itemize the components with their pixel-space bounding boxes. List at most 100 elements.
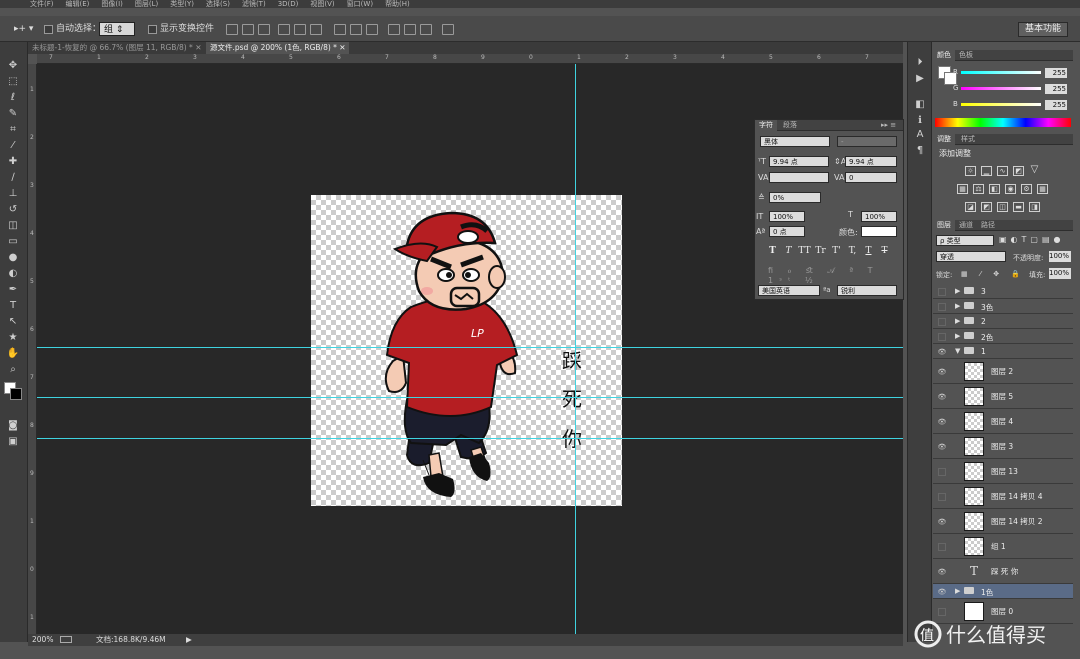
layer-row[interactable]: 👁 图层 3 xyxy=(933,434,1073,459)
eyedropper-tool-icon[interactable]: ⁄ xyxy=(6,140,20,152)
green-value[interactable]: 255 xyxy=(1045,84,1067,94)
guide-vertical-1[interactable] xyxy=(575,64,576,634)
all-caps-button[interactable]: TT xyxy=(798,245,811,258)
menu-item[interactable]: 文件(F) xyxy=(30,0,54,8)
color-lookup-icon[interactable]: ▦ xyxy=(1037,184,1048,194)
color-spectrum-bar[interactable] xyxy=(935,118,1071,127)
eye-icon[interactable]: 👁 xyxy=(937,393,947,401)
menu-item[interactable]: 视图(V) xyxy=(310,0,334,8)
move-tool-icon[interactable]: ✥ xyxy=(6,60,20,72)
tab-layers[interactable]: 图层 xyxy=(933,220,955,231)
visibility-toggle[interactable] xyxy=(938,492,946,501)
baseline-shift-field[interactable]: 0 点 xyxy=(769,226,805,237)
layer-filter-dropdown[interactable]: ρ 类型 xyxy=(936,235,994,246)
layer-comps-icon[interactable]: ◧ xyxy=(913,98,927,112)
align-vcenter-icon[interactable] xyxy=(242,24,254,35)
menu-item[interactable]: 滤镜(T) xyxy=(242,0,266,8)
blue-value[interactable]: 255 xyxy=(1045,100,1067,110)
opentype-buttons[interactable]: ﬁ ℴ ﬆ 𝒜 ª T 1ˢᵗ ½ xyxy=(768,266,896,285)
quick-mask-icon[interactable]: ◙ xyxy=(6,420,20,432)
auto-select-dropdown[interactable]: 组 ⇕ xyxy=(99,22,135,36)
marquee-tool-icon[interactable]: ⬚ xyxy=(6,76,20,88)
layer-row[interactable]: 👁 ▶ 1色 xyxy=(933,584,1073,599)
layer-row[interactable]: 图层 14 拷贝 4 xyxy=(933,484,1073,509)
strikethrough-button[interactable]: T xyxy=(878,245,891,258)
move-tool-icon[interactable]: ▸+ ▾ xyxy=(14,22,33,36)
vertical-scale-field[interactable]: 100% xyxy=(769,211,805,222)
distribute-left-icon[interactable] xyxy=(388,24,400,35)
tab-source-psd[interactable]: 源文件.psd @ 200% (1色, RGB/8) * ✕ xyxy=(206,42,349,54)
exposure-icon[interactable]: ◩ xyxy=(1013,166,1024,176)
panel-menu-icon[interactable]: ▸▸ ≡ xyxy=(877,120,900,131)
actions-icon[interactable]: ▶ xyxy=(913,72,927,86)
workspace-button[interactable]: 基本功能 xyxy=(1018,22,1068,37)
zoom-tool-icon[interactable]: ⌕ xyxy=(6,364,20,376)
eye-icon[interactable]: 👁 xyxy=(937,588,947,596)
font-size-field[interactable]: 9.94 点 xyxy=(769,156,829,167)
stamp-tool-icon[interactable]: ⊥ xyxy=(6,188,20,200)
blur-tool-icon[interactable]: ● xyxy=(6,252,20,264)
visibility-toggle[interactable] xyxy=(938,542,946,551)
tab-swatches[interactable]: 色板 xyxy=(955,50,977,61)
lock-icons[interactable]: ▦ ⁄ ✥ 🔒 xyxy=(961,270,1025,278)
chevron-right-icon[interactable]: ▶ xyxy=(955,302,960,310)
layer-row[interactable]: ▶ 2 xyxy=(933,314,1073,329)
close-icon[interactable]: ✕ xyxy=(339,43,345,52)
hand-tool-icon[interactable]: ✋ xyxy=(6,348,20,360)
shape-tool-icon[interactable]: ★ xyxy=(6,332,20,344)
distribute-hcenter-icon[interactable] xyxy=(404,24,416,35)
visibility-toggle[interactable] xyxy=(938,287,946,296)
healing-tool-icon[interactable]: ✚ xyxy=(6,156,20,168)
layer-row[interactable]: 图层 13 xyxy=(933,459,1073,484)
menu-item[interactable]: 3D(D) xyxy=(278,0,299,8)
eye-icon[interactable]: 👁 xyxy=(937,418,947,426)
quick-select-tool-icon[interactable]: ✎ xyxy=(6,108,20,120)
brush-tool-icon[interactable]: ∕ xyxy=(6,172,20,184)
align-bottom-icon[interactable] xyxy=(258,24,270,35)
show-transform-checkbox[interactable] xyxy=(148,25,157,34)
chevron-down-icon[interactable]: ▼ xyxy=(955,347,960,355)
crop-tool-icon[interactable]: ⌗ xyxy=(6,124,20,136)
chevron-right-icon[interactable]: ▶ xyxy=(955,587,960,595)
history-icon[interactable]: ⏵ xyxy=(913,56,927,70)
language-dropdown[interactable]: 美国英语 xyxy=(758,285,820,296)
align-top-icon[interactable] xyxy=(226,24,238,35)
small-caps-button[interactable]: Tr xyxy=(814,245,827,258)
faux-bold-button[interactable]: T xyxy=(766,245,779,258)
channel-mixer-icon[interactable]: ⚙ xyxy=(1021,184,1032,194)
align-left-icon[interactable] xyxy=(278,24,290,35)
antialias-dropdown[interactable]: 锐利 xyxy=(837,285,897,296)
type-tool-icon[interactable]: T xyxy=(6,300,20,312)
background-color-swatch[interactable] xyxy=(10,388,22,400)
layer-row[interactable]: 👁 T 踩 死 你 xyxy=(933,559,1073,584)
tab-untitled-doc[interactable]: 未标题-1-恢复的 @ 66.7% (图层 11, RGB/8) * ✕ xyxy=(28,42,204,54)
lasso-tool-icon[interactable]: ℓ xyxy=(6,92,20,104)
layer-row[interactable]: 👁 图层 5 xyxy=(933,384,1073,409)
paragraph-panel-icon[interactable]: ¶ xyxy=(913,144,927,158)
invert-icon[interactable]: ◪ xyxy=(965,202,976,212)
guide-horizontal-2[interactable] xyxy=(37,397,903,398)
status-menu-arrow-icon[interactable]: ▶ xyxy=(186,634,192,646)
font-style-dropdown[interactable]: - xyxy=(837,136,897,147)
red-value[interactable]: 255 xyxy=(1045,68,1067,78)
distribute-bottom-icon[interactable] xyxy=(366,24,378,35)
green-slider[interactable] xyxy=(961,87,1041,90)
layer-row[interactable]: 👁 ▼ 1 xyxy=(933,344,1073,359)
guide-horizontal-3[interactable] xyxy=(37,438,903,439)
selective-color-icon[interactable]: ◨ xyxy=(1029,202,1040,212)
visibility-toggle[interactable] xyxy=(938,332,946,341)
hue-saturation-icon[interactable]: ▦ xyxy=(957,184,968,194)
pen-tool-icon[interactable]: ✒ xyxy=(6,284,20,296)
dodge-tool-icon[interactable]: ◐ xyxy=(6,268,20,280)
opacity-field[interactable]: 100% xyxy=(1049,251,1071,262)
kerning-field[interactable] xyxy=(769,172,829,183)
chevron-right-icon[interactable]: ▶ xyxy=(955,287,960,295)
subscript-button[interactable]: T, xyxy=(846,245,859,258)
superscript-button[interactable]: T' xyxy=(830,245,843,258)
character-panel-icon[interactable]: A xyxy=(913,128,927,142)
visibility-toggle[interactable] xyxy=(938,317,946,326)
tab-paragraph[interactable]: 段落 xyxy=(779,120,801,131)
distribute-right-icon[interactable] xyxy=(420,24,432,35)
blend-mode-dropdown[interactable]: 穿透 xyxy=(936,251,1006,262)
threshold-icon[interactable]: ◫ xyxy=(997,202,1008,212)
